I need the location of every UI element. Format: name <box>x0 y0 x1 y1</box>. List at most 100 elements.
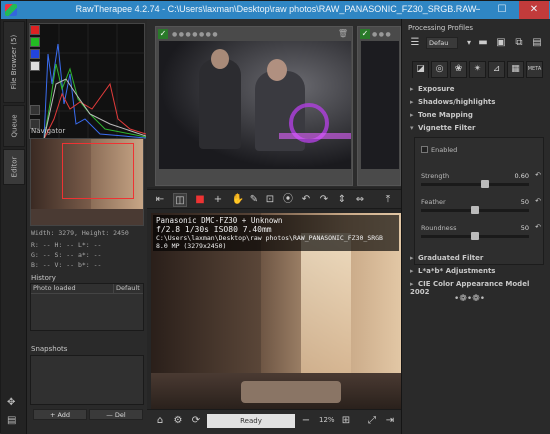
tab-queue-label: Queue <box>10 114 18 138</box>
tool-shadows-highlights[interactable]: ▸ Shadows/highlights <box>410 98 495 106</box>
thumbnail-next[interactable]: ✓ ●●● <box>357 26 401 186</box>
thumbnail-image <box>159 41 351 169</box>
flip-vertical-icon[interactable]: ⇕ <box>335 193 349 207</box>
tab-advanced-icon[interactable]: ✴ <box>469 61 486 78</box>
tool-vignette[interactable]: ▾ Vignette Filter <box>410 124 475 132</box>
flip-horizontal-icon[interactable]: ⇔ <box>353 193 367 207</box>
hand-tool-icon[interactable]: ✋ <box>231 193 245 207</box>
camera-info: Panasonic DMC-FZ30 + Unknown <box>156 216 283 225</box>
tab-detail-icon[interactable]: ◎ <box>431 61 448 78</box>
sync-icon[interactable]: ⟳ <box>189 414 203 428</box>
feather-slider[interactable] <box>421 206 529 214</box>
check-icon[interactable]: ✓ <box>360 29 370 39</box>
green-channel-toggle[interactable] <box>30 37 40 47</box>
strength-slider-thumb[interactable] <box>481 180 489 188</box>
white-balance-picker-icon[interactable]: ✎ <box>247 193 261 207</box>
tool-lab-adjustments[interactable]: ▸ L*a*b* Adjustments <box>410 267 495 275</box>
processing-profile-row: ☰ Defau ▾ ▬ ▣ ⧉ ▤ <box>408 34 548 52</box>
settings-icon[interactable]: ⚙ <box>171 414 185 428</box>
paste-icon[interactable]: ▤ <box>530 36 544 50</box>
tool-shadows-label: Shadows/highlights <box>418 98 496 106</box>
tab-raw-icon[interactable]: ▦ <box>507 61 524 78</box>
profile-select[interactable]: Defau <box>426 37 458 49</box>
status-ready: Ready <box>207 414 295 428</box>
profile-list-icon[interactable]: ☰ <box>408 36 422 50</box>
vignette-settings: Enabled Strength 0.60 ↶ Feather 50 ↶ Rou… <box>414 137 544 265</box>
status-bar: ⌂ ⚙ ⟳ Ready − 12% ⊞ ⤢ ⇥ <box>147 409 401 433</box>
thumbnail-current[interactable]: ✓ ●●●●●●● 🗑 <box>155 26 353 186</box>
rotate-left-icon[interactable]: ↶ <box>299 193 313 207</box>
tab-color-icon[interactable]: ❀ <box>450 61 467 78</box>
tool-tone-label: Tone Mapping <box>418 111 473 119</box>
luminance-channel-toggle[interactable] <box>30 61 40 71</box>
feather-slider-thumb[interactable] <box>471 206 479 214</box>
tab-queue[interactable]: Queue <box>3 105 25 147</box>
navigator-viewport-box[interactable] <box>62 143 134 199</box>
main-window: RawTherapee 4.2.74 - C:\Users\laxman\Des… <box>0 0 550 434</box>
tab-editor[interactable]: Editor <box>3 149 25 185</box>
tab-transform-icon[interactable]: ⊿ <box>488 61 505 78</box>
bookmark-icon[interactable]: ⌂ <box>153 414 167 428</box>
zoom-fit-icon[interactable]: ⊞ <box>339 414 353 428</box>
right-panel: Processing Profiles ☰ Defau ▾ ▬ ▣ ⧉ ▤ ◪ … <box>401 19 550 434</box>
open-folder-icon[interactable]: ▬ <box>476 36 490 50</box>
image-size-info: Width: 3279, Height: 2450 <box>31 229 129 237</box>
roundness-label: Roundness <box>421 224 457 232</box>
hide-right-panel-icon[interactable]: ⇥ <box>383 414 397 428</box>
red-channel-toggle[interactable] <box>30 25 40 35</box>
upload-icon[interactable]: ⤒ <box>381 193 395 207</box>
maximize-button[interactable]: ☐ <box>491 1 513 19</box>
navigator-preview[interactable] <box>30 138 144 226</box>
pixel-values-row-1: R: -- H: -- L*: -- <box>31 241 102 249</box>
rotate-right-icon[interactable]: ↷ <box>317 193 331 207</box>
blue-channel-toggle[interactable] <box>30 49 40 59</box>
tab-metadata[interactable]: META <box>526 61 543 78</box>
copy-icon[interactable]: ⧉ <box>512 36 526 50</box>
roundness-slider-thumb[interactable] <box>471 232 479 240</box>
history-row[interactable]: Photo loaded Default <box>31 284 143 294</box>
color-indicator-icon[interactable]: ■ <box>193 193 207 207</box>
reset-roundness-icon[interactable]: ↶ <box>535 223 541 231</box>
strength-slider[interactable] <box>421 180 529 188</box>
image-info-overlay: Panasonic DMC-FZ30 + Unknown f/2.8 1/30s… <box>153 215 399 251</box>
history-entry-value: Default <box>113 284 143 293</box>
tab-editor-label: Editor <box>10 156 18 178</box>
fullscreen-icon[interactable]: ⤢ <box>365 414 379 428</box>
tool-graduated-filter[interactable]: ▸ Graduated Filter <box>410 254 483 262</box>
before-after-icon[interactable]: ◫ <box>173 193 187 207</box>
strength-value: 0.60 <box>514 172 529 180</box>
move-icon[interactable]: ✥ <box>7 397 15 408</box>
rank-dots[interactable]: ●●● <box>372 31 392 38</box>
dropdown-chevron-icon[interactable]: ▾ <box>462 36 476 50</box>
snapshots-list[interactable] <box>30 355 144 405</box>
tab-file-browser[interactable]: File Browser (5) <box>3 21 25 103</box>
trash-icon[interactable]: 🗑 <box>338 29 348 38</box>
tab-exposure-icon[interactable]: ◪ <box>412 61 429 78</box>
reset-feather-icon[interactable]: ↶ <box>535 197 541 205</box>
straighten-icon[interactable]: ⦿ <box>281 193 295 207</box>
tool-exposure[interactable]: ▸ Exposure <box>410 85 454 93</box>
hide-left-panel-icon[interactable]: ⇤ <box>153 193 167 207</box>
minimize-button[interactable]: – <box>467 1 489 19</box>
enabled-checkbox[interactable] <box>421 146 428 153</box>
roundness-slider[interactable] <box>421 232 529 240</box>
crosshair-icon[interactable]: + <box>211 193 225 207</box>
reset-strength-icon[interactable]: ↶ <box>535 171 541 179</box>
crop-icon[interactable]: ⊡ <box>263 193 277 207</box>
tool-tone-mapping[interactable]: ▸ Tone Mapping <box>410 111 473 119</box>
delete-snapshot-button[interactable]: — Del <box>89 409 143 420</box>
strength-label: Strength <box>421 172 450 180</box>
check-icon[interactable]: ✓ <box>158 29 168 39</box>
histogram-bar-toggle[interactable] <box>30 105 40 115</box>
tool-lab-label: L*a*b* Adjustments <box>418 267 496 275</box>
pixel-values-row-3: B: -- V: -- b*: -- <box>31 261 102 269</box>
add-snapshot-button[interactable]: + Add <box>33 409 87 420</box>
save-icon[interactable]: ▣ <box>494 36 508 50</box>
rank-dots[interactable]: ●●●●●●● <box>172 31 219 38</box>
history-list[interactable]: Photo loaded Default <box>30 283 144 331</box>
histogram-channel-buttons <box>29 23 41 139</box>
film-icon[interactable]: ▤ <box>7 415 16 426</box>
zoom-out-icon[interactable]: − <box>299 414 313 428</box>
histogram <box>29 23 147 140</box>
close-button[interactable]: ✕ <box>519 1 549 19</box>
